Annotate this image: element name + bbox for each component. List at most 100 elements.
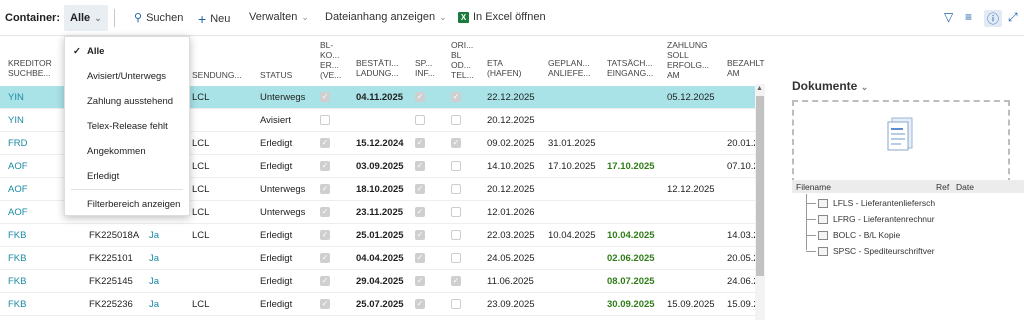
cell-kreditor[interactable]: YIN [8,115,24,126]
checkbox-original-bl[interactable]: ✓ [451,276,461,286]
col-bezahlt[interactable]: BEZAHLT AM [727,58,765,78]
cell-flag[interactable]: Ja [149,299,159,310]
table-scrollbar[interactable]: ▲ [755,84,765,320]
filter-menu-item[interactable]: ✓ Alle [65,39,189,64]
checkbox-original-bl[interactable] [451,253,461,263]
filter-menu-item[interactable]: Avisiert/Unterwegs [65,64,189,89]
checkbox-sp-info[interactable]: ✓ [415,276,425,286]
checkbox-original-bl[interactable]: ✓ [451,138,461,148]
checkbox-bl-kopie[interactable]: ✓ [320,253,330,263]
col-eta[interactable]: ETA (HAFEN) [487,58,521,78]
checkbox-bl-kopie[interactable] [320,115,330,125]
col-bl-kopie[interactable]: BL- KO... ER... (VE... [320,40,341,80]
info-icon[interactable]: ⓘ [984,10,1003,27]
checkbox-sp-info[interactable]: ✓ [415,138,425,148]
show-filter-pane-item[interactable]: Filterbereich anzeigen [65,192,189,217]
filter-menu-item[interactable]: Erledigt [65,164,189,189]
col-geplant[interactable]: GEPLAN... ANLIEFE... [548,58,591,78]
checkbox-original-bl[interactable] [451,207,461,217]
file-list-item[interactable]: BOLC - B/L Kopie [806,227,900,243]
checkbox-bl-kopie[interactable]: ✓ [320,230,330,240]
col-sp-info[interactable]: SP... INF... [415,58,435,78]
document-dropzone[interactable] [792,100,1010,184]
checkbox-sp-info[interactable]: ✓ [415,184,425,194]
filter-icon[interactable]: ▽ [944,10,953,24]
cell-kreditor[interactable]: FKB [8,253,26,264]
checkbox-bl-kopie[interactable]: ✓ [320,138,330,148]
file-list-header: Filename Ref Date [792,180,1024,193]
checkbox-bl-kopie[interactable]: ✓ [320,184,330,194]
cell-tatsaechlich: 02.06.2025 [607,253,655,264]
checkbox-original-bl[interactable] [451,230,461,240]
checkbox-bl-kopie[interactable]: ✓ [320,92,330,102]
col-date[interactable]: Date [956,182,974,192]
container-label: Container: [5,12,60,24]
checkbox-original-bl[interactable] [451,299,461,309]
filter-menu-item[interactable]: Angekommen [65,139,189,164]
attachment-menu[interactable]: Dateianhang anzeigen ⌄ [325,11,447,23]
filter-menu-item[interactable]: Zahlung ausstehend [65,89,189,114]
table-row[interactable]: FKB FK225101 Ja Erledigt 04.04.2025 24.05.202… [0,247,759,270]
table-row[interactable]: FKB FK225236 Ja LCL Erledigt 25.07.2025 23.09.… [0,293,759,316]
checkbox-sp-info[interactable]: ✓ [415,92,425,102]
cell-flag[interactable]: Ja [149,276,159,287]
scrollbar-thumb[interactable] [756,96,764,276]
cell-status: Erledigt [260,276,293,287]
checkbox-bl-kopie[interactable]: ✓ [320,299,330,309]
checkbox-original-bl[interactable] [451,184,461,194]
cell-kreditor[interactable]: FKB [8,276,26,287]
col-original-bl[interactable]: ORI... BL OD... TEL... [451,40,474,80]
documents-title[interactable]: Dokumente ⌄ [792,79,868,93]
cell-flag[interactable]: Ja [149,230,159,241]
excel-icon: X [458,11,469,23]
checkbox-sp-info[interactable]: ✓ [415,299,425,309]
plus-icon: + [198,11,207,27]
col-zahlung-soll[interactable]: ZAHLUNG SOLL ERFOLG... AM [667,40,709,80]
file-list-item[interactable]: SPSC - Spediteurschriftver [806,243,935,259]
cell-kreditor[interactable]: AOF [8,207,28,218]
checkbox-bl-kopie[interactable]: ✓ [320,276,330,286]
col-bestaetigt[interactable]: BESTÄTI... LADUNG... [356,58,399,78]
col-sendung[interactable]: SENDUNG... [192,70,242,80]
cell-kreditor[interactable]: FKB [8,230,26,241]
cell-kreditor[interactable]: YIN [8,92,24,103]
checkbox-sp-info[interactable] [415,115,425,125]
table-row[interactable]: FKB FK225145 Ja Erledigt 29.04.2025 11.06.202… [0,270,759,293]
checkbox-original-bl[interactable] [451,161,461,171]
cell-bezahlt: 14.03.2 [727,230,759,241]
cell-bestaetigt: 03.09.2025 [356,161,404,172]
checkbox-bl-kopie[interactable]: ✓ [320,161,330,171]
col-filename[interactable]: Filename [796,182,831,192]
expand-icon[interactable]: ⤢ [1008,10,1018,25]
search-button[interactable]: ⚲ Suchen [134,11,183,25]
checkbox-original-bl[interactable] [451,115,461,125]
checkbox-original-bl[interactable]: ✓ [451,92,461,102]
checkbox-bl-kopie[interactable]: ✓ [320,207,330,217]
new-button[interactable]: + Neu [198,11,230,27]
cell-kreditor[interactable]: FKB [8,299,26,310]
cell-kreditor[interactable]: AOF [8,161,28,172]
cell-flag[interactable]: Ja [149,253,159,264]
manage-menu[interactable]: Verwalten ⌄ [249,11,309,23]
col-ref[interactable]: Ref [936,182,949,192]
cell-status: Erledigt [260,161,293,172]
filter-menu-item[interactable]: Telex-Release fehlt [65,114,189,139]
checkbox-sp-info[interactable]: ✓ [415,253,425,263]
container-filter-dropdown[interactable]: Alle ⌄ [64,5,108,31]
checkbox-sp-info[interactable]: ✓ [415,161,425,171]
col-status[interactable]: STATUS [260,70,292,80]
cell-status: Erledigt [260,299,293,310]
checkbox-sp-info[interactable]: ✓ [415,207,425,217]
col-kreditor[interactable]: KREDITOR SUCHBE... [8,58,52,78]
list-icon[interactable]: ≡ [965,10,972,24]
scroll-up-icon[interactable]: ▲ [756,85,763,92]
file-list-item[interactable]: LFLS - Lieferantenliefersch [806,195,935,211]
cell-sendung: LCL [192,184,210,195]
col-tatsaechlich[interactable]: TATSÄCH... EINGANG... [607,58,653,78]
cell-kreditor[interactable]: FRD [8,138,28,149]
file-list-item[interactable]: LFRG - Lieferantenrechnur [806,211,935,227]
open-in-excel-button[interactable]: X In Excel öffnen [458,11,546,23]
checkbox-sp-info[interactable]: ✓ [415,230,425,240]
cell-kreditor[interactable]: AOF [8,184,28,195]
table-row[interactable]: FKB FK225018A Ja LCL Erledigt 25.01.2025 22.03… [0,224,759,247]
